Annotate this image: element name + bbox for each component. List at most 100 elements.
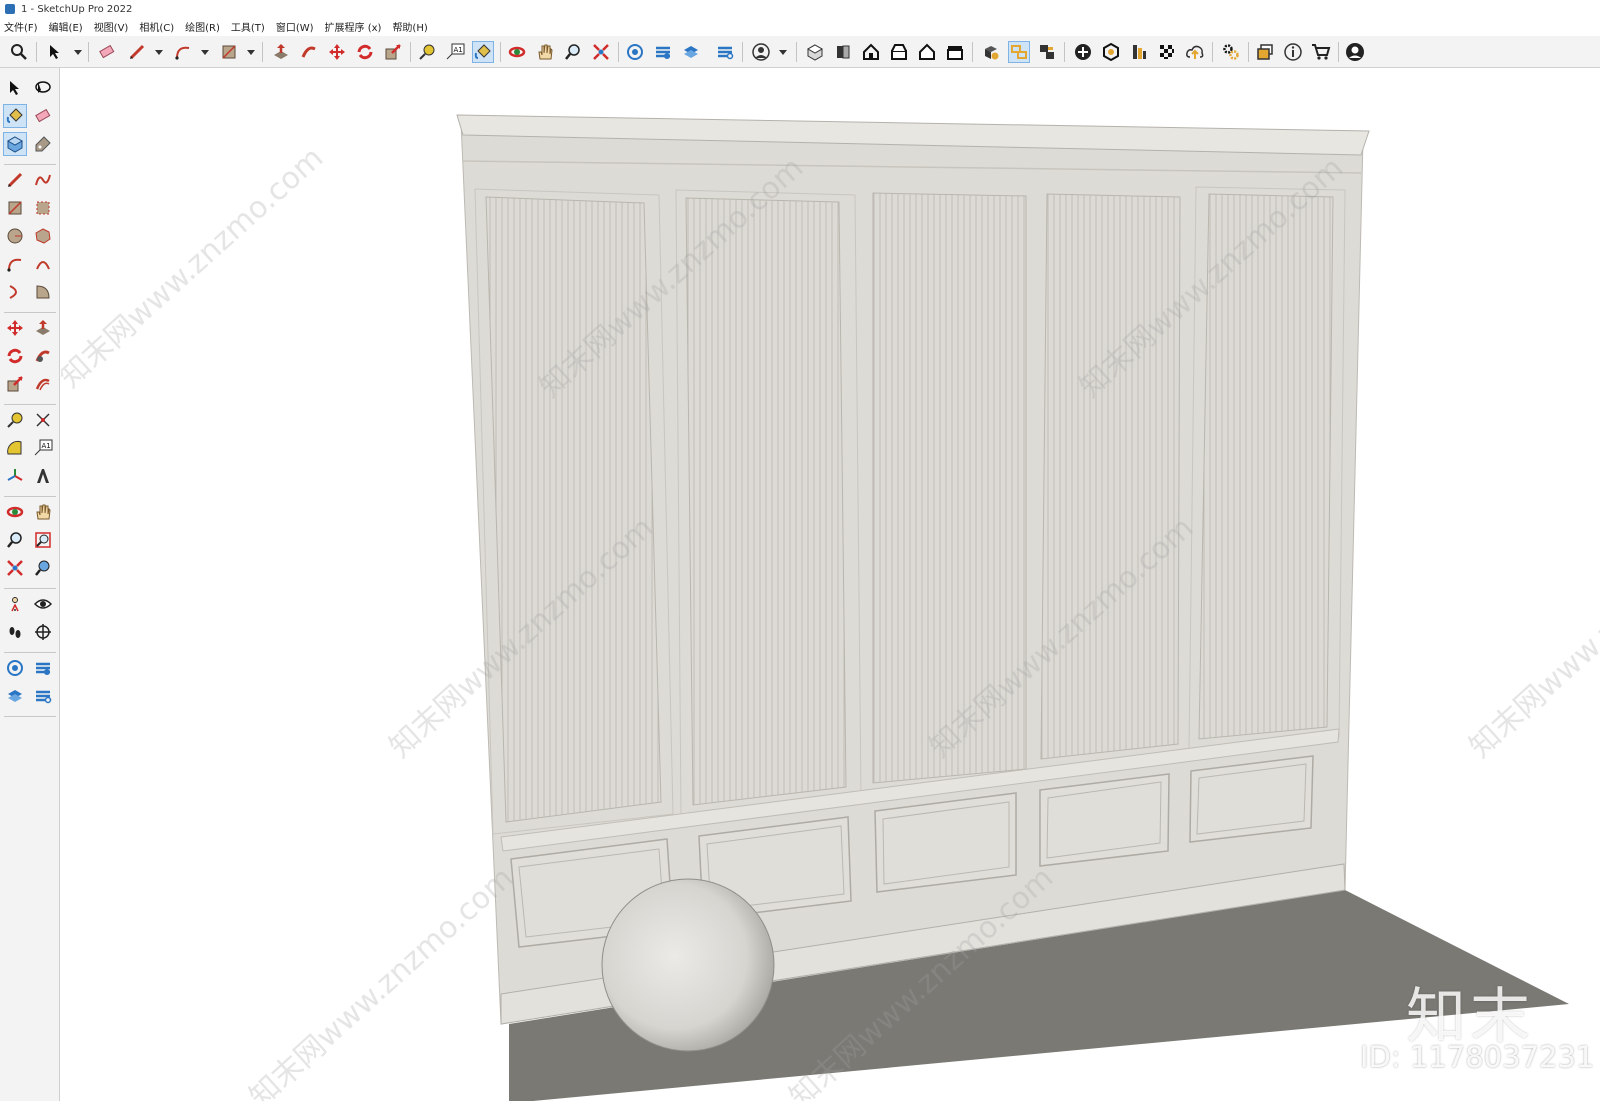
freehand-icon[interactable] bbox=[31, 168, 55, 192]
section-plane-icon[interactable] bbox=[31, 620, 55, 644]
materials-icon[interactable] bbox=[1128, 41, 1150, 63]
paint-bucket-icon[interactable] bbox=[3, 104, 27, 128]
add-circle-icon[interactable] bbox=[1072, 41, 1094, 63]
rectangle-icon[interactable] bbox=[3, 196, 27, 220]
pie-icon[interactable] bbox=[31, 280, 55, 304]
pencil-line-icon[interactable] bbox=[126, 41, 148, 63]
axes-icon[interactable] bbox=[3, 464, 27, 488]
zoom-icon[interactable] bbox=[3, 528, 27, 552]
pencil-line-icon[interactable] bbox=[3, 168, 27, 192]
layers-icon[interactable] bbox=[680, 41, 702, 63]
left-toolbar: A1 bbox=[0, 68, 60, 1101]
scenes-icon[interactable] bbox=[1036, 41, 1058, 63]
two-point-arc-icon[interactable] bbox=[31, 252, 55, 276]
select-arrow-icon[interactable] bbox=[3, 76, 27, 100]
account-dropdown-icon[interactable] bbox=[779, 50, 787, 55]
paint-bucket-icon[interactable] bbox=[472, 41, 494, 63]
rotated-rectangle-icon[interactable] bbox=[31, 196, 55, 220]
left-view-icon[interactable] bbox=[944, 41, 966, 63]
info-icon[interactable] bbox=[1282, 41, 1304, 63]
menu-view[interactable]: 视图(V) bbox=[94, 19, 129, 34]
scale-icon[interactable] bbox=[3, 372, 27, 396]
tag-icon[interactable] bbox=[31, 132, 55, 156]
menu-tools[interactable]: 工具(T) bbox=[231, 19, 265, 34]
pan-hand-icon[interactable] bbox=[31, 500, 55, 524]
top-view-icon[interactable] bbox=[832, 41, 854, 63]
menu-camera[interactable]: 相机(C) bbox=[139, 19, 174, 34]
circle-icon[interactable] bbox=[3, 224, 27, 248]
move-icon[interactable] bbox=[3, 316, 27, 340]
follow-me-icon[interactable] bbox=[31, 344, 55, 368]
rotate-icon[interactable] bbox=[3, 344, 27, 368]
menu-extensions[interactable]: 扩展程序 (x) bbox=[325, 19, 382, 34]
three-point-arc-icon[interactable] bbox=[3, 280, 27, 304]
eraser-icon[interactable] bbox=[31, 104, 55, 128]
orbit-icon[interactable] bbox=[506, 41, 528, 63]
styles-icon[interactable] bbox=[1100, 41, 1122, 63]
text-tool-icon[interactable]: A1 bbox=[31, 436, 55, 460]
eraser-icon[interactable] bbox=[96, 41, 118, 63]
extension-warehouse-icon[interactable] bbox=[31, 656, 55, 680]
outliner-icon[interactable] bbox=[1008, 41, 1030, 63]
protractor-icon[interactable] bbox=[3, 436, 27, 460]
pan-hand-icon[interactable] bbox=[534, 41, 556, 63]
previous-view-icon[interactable] bbox=[31, 556, 55, 580]
walk-footprints-icon[interactable] bbox=[3, 620, 27, 644]
look-around-eye-icon[interactable] bbox=[31, 592, 55, 616]
shape-dropdown-icon[interactable] bbox=[247, 50, 255, 55]
profile-icon[interactable] bbox=[1344, 41, 1366, 63]
menu-file[interactable]: 文件(F) bbox=[4, 19, 38, 34]
push-pull-icon[interactable] bbox=[270, 41, 292, 63]
scale-icon[interactable] bbox=[382, 41, 404, 63]
iso-view-icon[interactable] bbox=[804, 41, 826, 63]
shopping-cart-icon[interactable] bbox=[1310, 41, 1332, 63]
polygon-icon[interactable] bbox=[31, 224, 55, 248]
move-icon[interactable] bbox=[326, 41, 348, 63]
select-dropdown-icon[interactable] bbox=[74, 50, 82, 55]
extension-warehouse-icon[interactable] bbox=[652, 41, 674, 63]
tape-measure-icon[interactable] bbox=[3, 408, 27, 432]
lasso-select-icon[interactable] bbox=[31, 76, 55, 100]
model-viewport[interactable]: 知末网www.znzmo.com 知末网www.znzmo.com 知末网www… bbox=[61, 69, 1600, 1101]
menu-edit[interactable]: 编辑(E) bbox=[49, 19, 83, 34]
extension-manager-icon[interactable] bbox=[31, 684, 55, 708]
position-camera-icon[interactable] bbox=[3, 592, 27, 616]
zoom-window-icon[interactable] bbox=[31, 528, 55, 552]
user-account-icon[interactable] bbox=[750, 41, 772, 63]
line-dropdown-icon[interactable] bbox=[155, 50, 163, 55]
offset-icon[interactable] bbox=[31, 372, 55, 396]
orbit-icon[interactable] bbox=[3, 500, 27, 524]
extension-manager-icon[interactable] bbox=[714, 41, 736, 63]
cloud-upload-icon[interactable] bbox=[1184, 41, 1206, 63]
menu-window[interactable]: 窗口(W) bbox=[276, 19, 314, 34]
right-view-icon[interactable] bbox=[888, 41, 910, 63]
3d-text-icon[interactable] bbox=[31, 464, 55, 488]
back-view-icon[interactable] bbox=[916, 41, 938, 63]
warehouse-icon[interactable] bbox=[624, 41, 646, 63]
menu-draw[interactable]: 绘图(R) bbox=[185, 19, 220, 34]
rotate-icon[interactable] bbox=[354, 41, 376, 63]
arc-icon[interactable] bbox=[172, 41, 194, 63]
make-component-icon[interactable] bbox=[3, 132, 27, 156]
shadows-checker-icon[interactable] bbox=[1156, 41, 1178, 63]
zoom-search-icon[interactable] bbox=[8, 41, 30, 63]
arc-icon[interactable] bbox=[3, 252, 27, 276]
text-tool-icon[interactable]: A1 bbox=[444, 41, 466, 63]
zoom-extents-icon[interactable] bbox=[590, 41, 612, 63]
layers-icon[interactable] bbox=[3, 684, 27, 708]
components-icon[interactable] bbox=[980, 41, 1002, 63]
arc-dropdown-icon[interactable] bbox=[201, 50, 209, 55]
warehouse-icon[interactable] bbox=[3, 656, 27, 680]
menu-help[interactable]: 帮助(H) bbox=[392, 19, 427, 34]
dimension-icon[interactable] bbox=[31, 408, 55, 432]
zoom-extents-icon[interactable] bbox=[3, 556, 27, 580]
follow-me-icon[interactable] bbox=[298, 41, 320, 63]
front-view-icon[interactable] bbox=[860, 41, 882, 63]
settings-gears-icon[interactable] bbox=[1220, 41, 1242, 63]
zoom-icon[interactable] bbox=[562, 41, 584, 63]
tape-measure-icon[interactable] bbox=[416, 41, 438, 63]
push-pull-icon[interactable] bbox=[31, 316, 55, 340]
rectangle-icon[interactable] bbox=[218, 41, 240, 63]
trays-icon[interactable] bbox=[1254, 41, 1276, 63]
select-arrow-icon[interactable] bbox=[44, 41, 66, 63]
